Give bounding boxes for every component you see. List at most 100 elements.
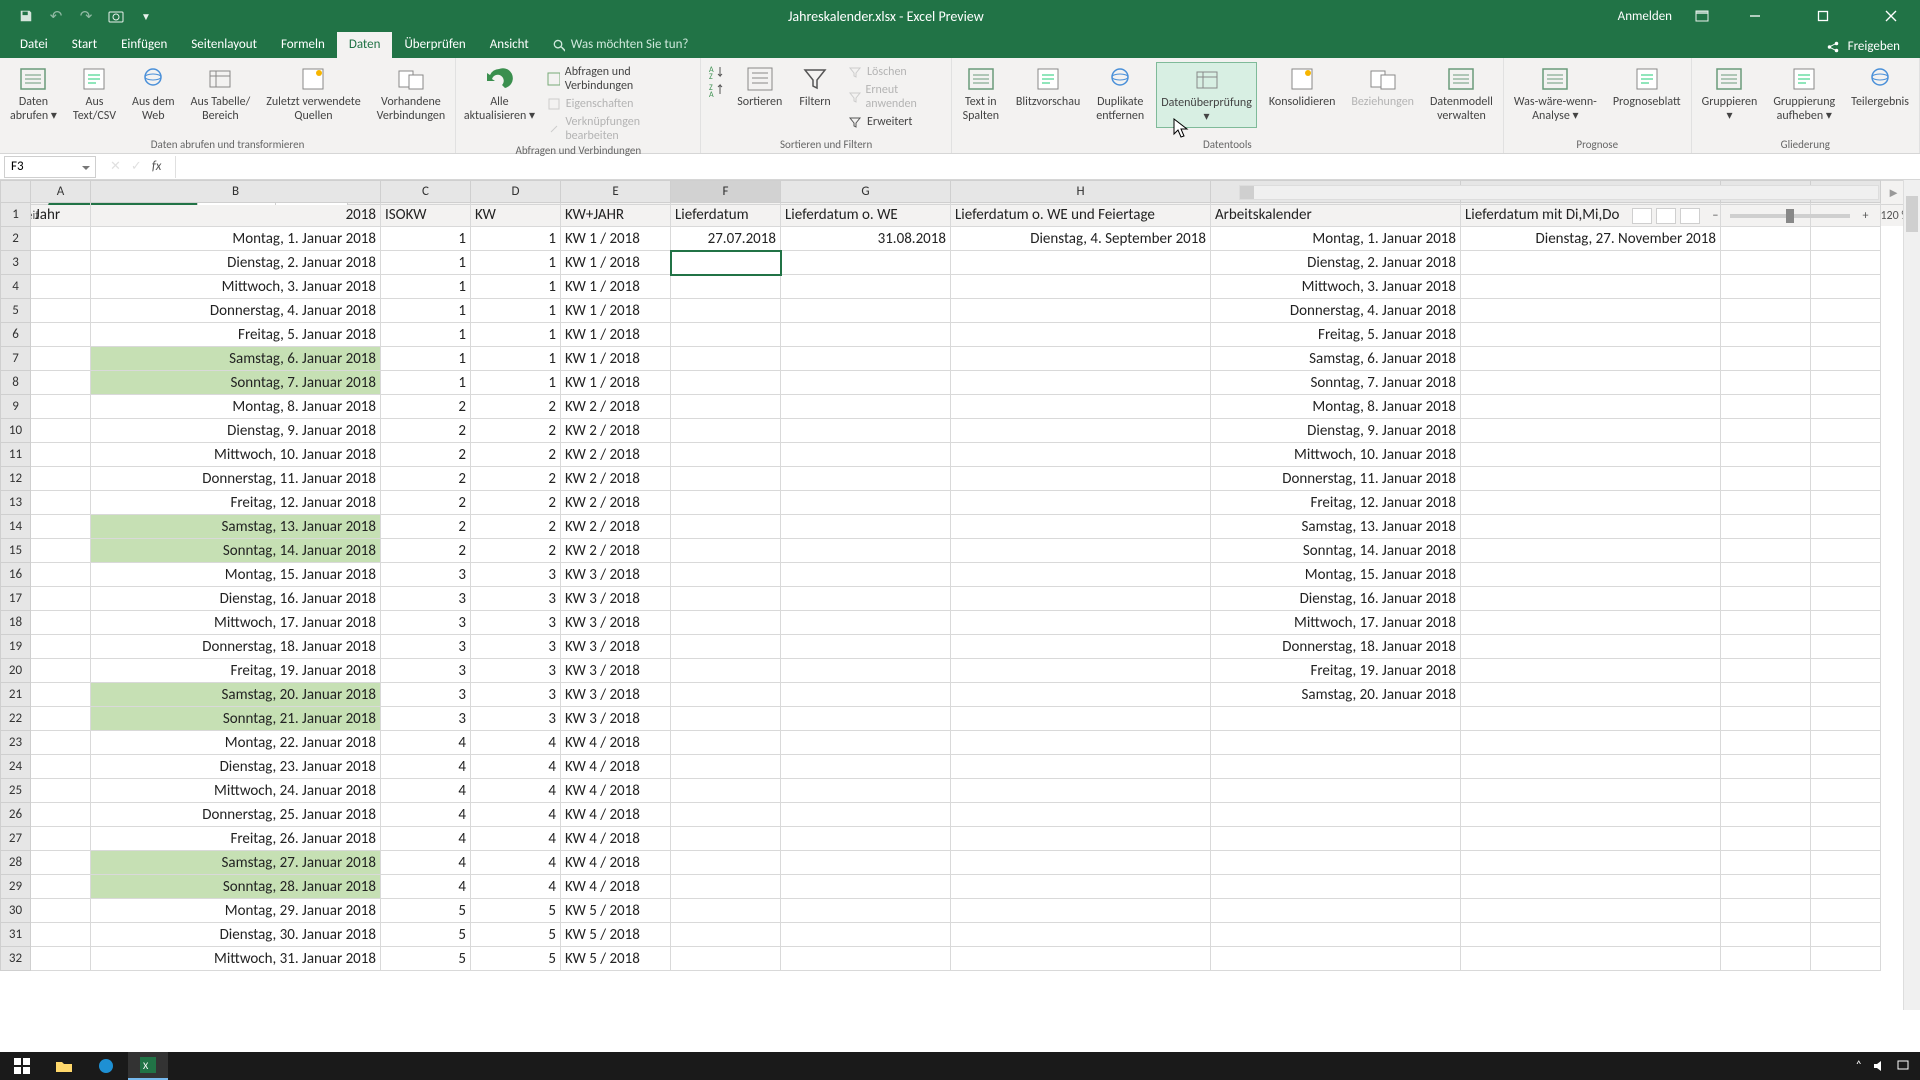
tab-datei[interactable]: Datei bbox=[8, 32, 60, 58]
row-header-14[interactable]: 14 bbox=[1, 515, 31, 539]
cell-D22[interactable]: 3 bbox=[471, 707, 561, 731]
cell-E9[interactable]: KW 2 / 2018 bbox=[561, 395, 671, 419]
cell-D14[interactable]: 2 bbox=[471, 515, 561, 539]
cell-H3[interactable] bbox=[951, 251, 1211, 275]
cell-D26[interactable]: 4 bbox=[471, 803, 561, 827]
row-header-21[interactable]: 21 bbox=[1, 683, 31, 707]
cell-G12[interactable] bbox=[781, 467, 951, 491]
row-header-32[interactable]: 32 bbox=[1, 947, 31, 971]
cell-J27[interactable] bbox=[1461, 827, 1721, 851]
cell-E17[interactable]: KW 3 / 2018 bbox=[561, 587, 671, 611]
g3-btn-4[interactable]: Konsolidieren bbox=[1265, 62, 1340, 112]
cell-F13[interactable] bbox=[671, 491, 781, 515]
row-header-15[interactable]: 15 bbox=[1, 539, 31, 563]
tab-ansicht[interactable]: Ansicht bbox=[478, 32, 541, 58]
cell-G27[interactable] bbox=[781, 827, 951, 851]
g4-btn-1[interactable]: Prognoseblatt bbox=[1609, 62, 1685, 112]
cell-J25[interactable] bbox=[1461, 779, 1721, 803]
cell-G17[interactable] bbox=[781, 587, 951, 611]
cell-B20[interactable]: Freitag, 19. Januar 2018 bbox=[91, 659, 381, 683]
cell-G14[interactable] bbox=[781, 515, 951, 539]
cell-I4[interactable]: Mittwoch, 3. Januar 2018 bbox=[1211, 275, 1461, 299]
cell-B7[interactable]: Samstag, 6. Januar 2018 bbox=[91, 347, 381, 371]
cell-D2[interactable]: 1 bbox=[471, 227, 561, 251]
cell-B13[interactable]: Freitag, 12. Januar 2018 bbox=[91, 491, 381, 515]
col-header-D[interactable]: D bbox=[471, 181, 561, 203]
g4-btn-0[interactable]: Was-wäre-wenn- Analyse ▾ bbox=[1510, 62, 1601, 126]
cell-F5[interactable] bbox=[671, 299, 781, 323]
cell-B27[interactable]: Freitag, 26. Januar 2018 bbox=[91, 827, 381, 851]
cell-B8[interactable]: Sonntag, 7. Januar 2018 bbox=[91, 371, 381, 395]
cell-J18[interactable] bbox=[1461, 611, 1721, 635]
cell-H28[interactable] bbox=[951, 851, 1211, 875]
cell-C13[interactable]: 2 bbox=[381, 491, 471, 515]
cell-B11[interactable]: Mittwoch, 10. Januar 2018 bbox=[91, 443, 381, 467]
row-header-7[interactable]: 7 bbox=[1, 347, 31, 371]
cell-J5[interactable] bbox=[1461, 299, 1721, 323]
cell-H24[interactable] bbox=[951, 755, 1211, 779]
cell-F14[interactable] bbox=[671, 515, 781, 539]
cell-H7[interactable] bbox=[951, 347, 1211, 371]
cell-B19[interactable]: Donnerstag, 18. Januar 2018 bbox=[91, 635, 381, 659]
row-header-2[interactable]: 2 bbox=[1, 227, 31, 251]
cell-H27[interactable] bbox=[951, 827, 1211, 851]
cell-I27[interactable] bbox=[1211, 827, 1461, 851]
cell-I13[interactable]: Freitag, 12. Januar 2018 bbox=[1211, 491, 1461, 515]
cell-E16[interactable]: KW 3 / 2018 bbox=[561, 563, 671, 587]
cell-E5[interactable]: KW 1 / 2018 bbox=[561, 299, 671, 323]
cell-E27[interactable]: KW 4 / 2018 bbox=[561, 827, 671, 851]
cell-G1[interactable]: Lieferdatum o. WE bbox=[781, 203, 951, 227]
spreadsheet-grid[interactable]: ABCDEFGHIJKL1Jahr2018ISOKWKWKW+JAHRLiefe… bbox=[0, 180, 1920, 1034]
cell-H10[interactable] bbox=[951, 419, 1211, 443]
cell-F2[interactable]: 27.07.2018 bbox=[671, 227, 781, 251]
cell-H18[interactable] bbox=[951, 611, 1211, 635]
cell-F3[interactable] bbox=[671, 251, 781, 275]
cell-D28[interactable]: 4 bbox=[471, 851, 561, 875]
g5-btn-1[interactable]: Gruppierung aufheben ▾ bbox=[1769, 62, 1839, 126]
cell-E7[interactable]: KW 1 / 2018 bbox=[561, 347, 671, 371]
cell-B10[interactable]: Dienstag, 9. Januar 2018 bbox=[91, 419, 381, 443]
cell-J29[interactable] bbox=[1461, 875, 1721, 899]
cell-I24[interactable] bbox=[1211, 755, 1461, 779]
cell-F30[interactable] bbox=[671, 899, 781, 923]
cell-I14[interactable]: Samstag, 13. Januar 2018 bbox=[1211, 515, 1461, 539]
cell-H15[interactable] bbox=[951, 539, 1211, 563]
cell-G29[interactable] bbox=[781, 875, 951, 899]
cell-J32[interactable] bbox=[1461, 947, 1721, 971]
cell-E21[interactable]: KW 3 / 2018 bbox=[561, 683, 671, 707]
redo-icon[interactable]: ↷ bbox=[78, 8, 94, 24]
cell-I29[interactable] bbox=[1211, 875, 1461, 899]
cell-E24[interactable]: KW 4 / 2018 bbox=[561, 755, 671, 779]
cell-H29[interactable] bbox=[951, 875, 1211, 899]
cell-G30[interactable] bbox=[781, 899, 951, 923]
close-button[interactable] bbox=[1868, 0, 1914, 32]
cell-H30[interactable] bbox=[951, 899, 1211, 923]
g0-btn-5[interactable]: Vorhandene Verbindungen bbox=[373, 62, 449, 126]
cell-B26[interactable]: Donnerstag, 25. Januar 2018 bbox=[91, 803, 381, 827]
cell-G31[interactable] bbox=[781, 923, 951, 947]
cell-D24[interactable]: 4 bbox=[471, 755, 561, 779]
cell-B14[interactable]: Samstag, 13. Januar 2018 bbox=[91, 515, 381, 539]
cell-B2[interactable]: Montag, 1. Januar 2018 bbox=[91, 227, 381, 251]
cell-D4[interactable]: 1 bbox=[471, 275, 561, 299]
cell-H23[interactable] bbox=[951, 731, 1211, 755]
tab-seitenlayout[interactable]: Seitenlayout bbox=[179, 32, 269, 58]
cell-I3[interactable]: Dienstag, 2. Januar 2018 bbox=[1211, 251, 1461, 275]
cell-I18[interactable]: Mittwoch, 17. Januar 2018 bbox=[1211, 611, 1461, 635]
cell-C5[interactable]: 1 bbox=[381, 299, 471, 323]
cell-H19[interactable] bbox=[951, 635, 1211, 659]
cell-I10[interactable]: Dienstag, 9. Januar 2018 bbox=[1211, 419, 1461, 443]
cell-B23[interactable]: Montag, 22. Januar 2018 bbox=[91, 731, 381, 755]
cell-C25[interactable]: 4 bbox=[381, 779, 471, 803]
cell-B1[interactable]: 2018 bbox=[91, 203, 381, 227]
cell-F27[interactable] bbox=[671, 827, 781, 851]
cell-D19[interactable]: 3 bbox=[471, 635, 561, 659]
formula-input[interactable] bbox=[175, 156, 1920, 178]
cell-E13[interactable]: KW 2 / 2018 bbox=[561, 491, 671, 515]
tray-chevron-icon[interactable]: ˄ bbox=[1856, 1059, 1862, 1073]
cell-E14[interactable]: KW 2 / 2018 bbox=[561, 515, 671, 539]
cell-D8[interactable]: 1 bbox=[471, 371, 561, 395]
cell-F21[interactable] bbox=[671, 683, 781, 707]
excel-taskbar-button[interactable]: X bbox=[128, 1052, 168, 1080]
cell-G26[interactable] bbox=[781, 803, 951, 827]
